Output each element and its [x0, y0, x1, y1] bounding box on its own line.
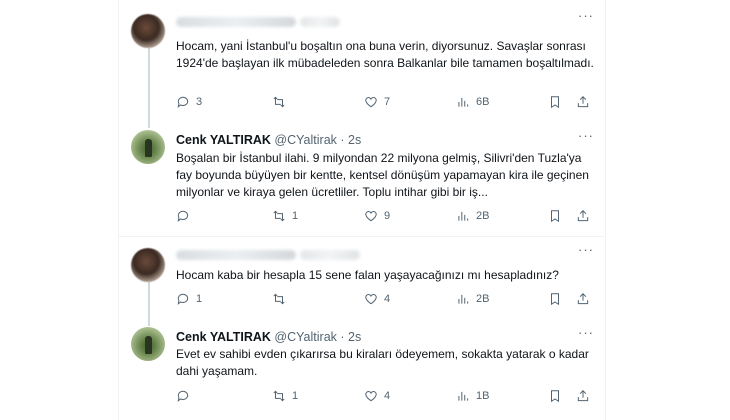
- tweet-actions: 1 4 1B: [176, 389, 596, 407]
- like-button[interactable]: 4: [364, 292, 390, 306]
- timestamp[interactable]: 2s: [348, 133, 361, 147]
- share-icon: [577, 210, 589, 222]
- like-count: 4: [384, 390, 391, 402]
- retweet-count: 1: [292, 210, 299, 222]
- separator-dot: ·: [340, 133, 345, 147]
- avatar[interactable]: [131, 327, 165, 361]
- author-name-redacted: [176, 17, 296, 27]
- author-name-redacted: [176, 250, 296, 260]
- like-icon: [365, 294, 377, 305]
- like-button[interactable]: 4: [364, 389, 390, 403]
- handle-redacted: [300, 17, 340, 27]
- tweet-header: Cenk YALTIRAK @CYaltirak · 2s: [176, 133, 361, 147]
- share-icon: [577, 293, 589, 305]
- tweet-actions: 1 4 2B: [176, 292, 596, 310]
- views-button[interactable]: 2B: [456, 209, 489, 223]
- thread-line: [148, 48, 150, 128]
- views-button[interactable]: 6B: [456, 95, 489, 109]
- reply-button[interactable]: [176, 209, 196, 223]
- share-button[interactable]: [576, 389, 590, 403]
- bookmark-button[interactable]: [548, 389, 562, 403]
- like-count: 4: [384, 293, 391, 305]
- retweet-count: 1: [292, 390, 299, 402]
- more-icon[interactable]: ···: [578, 128, 594, 143]
- tweet-header: Cenk YALTIRAK @CYaltirak · 2s: [176, 330, 361, 344]
- share-icon: [577, 96, 589, 108]
- share-button[interactable]: [576, 292, 590, 306]
- views-icon: [458, 294, 469, 304]
- views-count: 2B: [476, 293, 490, 305]
- retweet-button[interactable]: 1: [272, 389, 298, 403]
- views-button[interactable]: 1B: [456, 389, 489, 403]
- views-count: 2B: [476, 210, 490, 222]
- reply-icon: [177, 293, 189, 305]
- divider: [118, 236, 604, 237]
- author-name[interactable]: Cenk YALTIRAK: [176, 133, 271, 147]
- retweet-icon: [273, 390, 285, 402]
- handle-redacted: [300, 250, 360, 260]
- like-count: 7: [384, 96, 391, 108]
- like-icon: [365, 391, 377, 402]
- author-handle[interactable]: @CYaltirak: [274, 133, 336, 147]
- more-icon[interactable]: ···: [578, 325, 594, 340]
- like-icon: [365, 97, 377, 108]
- reply-button[interactable]: 1: [176, 292, 202, 306]
- author-name[interactable]: Cenk YALTIRAK: [176, 330, 271, 344]
- retweet-icon: [273, 293, 285, 305]
- tweet-actions: 3 7 6B: [176, 95, 596, 113]
- bookmark-icon: [551, 293, 559, 306]
- views-count: 1B: [476, 390, 490, 402]
- avatar[interactable]: [131, 248, 165, 282]
- like-button[interactable]: 9: [364, 209, 390, 223]
- thread-line: [148, 282, 150, 326]
- share-icon: [577, 390, 589, 402]
- views-count: 6B: [476, 96, 490, 108]
- reply-icon: [177, 390, 189, 402]
- tweet-actions: 1 9 2B: [176, 209, 596, 227]
- tweet-text: Hocam, yani İstanbul'u boşaltın ona buna…: [176, 39, 594, 70]
- views-button[interactable]: 2B: [456, 292, 489, 306]
- tweet-text: Evet ev sahibi evden çıkarırsa bu kirala…: [176, 347, 589, 378]
- views-icon: [458, 97, 469, 107]
- views-icon: [458, 391, 469, 401]
- avatar[interactable]: [131, 130, 165, 164]
- reply-icon: [177, 210, 189, 222]
- tweet-text: Hocam kaba bir hesapla 15 sene falan yaş…: [176, 268, 559, 282]
- like-count: 9: [384, 210, 391, 222]
- bookmark-button[interactable]: [548, 95, 562, 109]
- separator-dot: ·: [340, 330, 345, 344]
- more-icon[interactable]: ···: [578, 242, 594, 257]
- views-icon: [458, 211, 469, 221]
- avatar[interactable]: [131, 14, 165, 48]
- bookmark-icon: [551, 210, 559, 223]
- bookmark-button[interactable]: [548, 209, 562, 223]
- bookmark-button[interactable]: [548, 292, 562, 306]
- retweet-button[interactable]: [272, 95, 292, 109]
- bookmark-icon: [551, 390, 559, 403]
- retweet-button[interactable]: 1: [272, 209, 298, 223]
- reply-icon: [177, 96, 189, 108]
- like-button[interactable]: 7: [364, 95, 390, 109]
- reply-count: 1: [196, 293, 203, 305]
- timestamp[interactable]: 2s: [348, 330, 361, 344]
- tweet-text: Boşalan bir İstanbul ilahi. 9 milyondan …: [176, 151, 589, 199]
- like-icon: [365, 211, 377, 222]
- reply-button[interactable]: 3: [176, 95, 202, 109]
- retweet-icon: [273, 210, 285, 222]
- reply-button[interactable]: [176, 389, 196, 403]
- share-button[interactable]: [576, 95, 590, 109]
- bookmark-icon: [551, 96, 559, 109]
- author-handle[interactable]: @CYaltirak: [274, 330, 336, 344]
- retweet-icon: [273, 96, 285, 108]
- share-button[interactable]: [576, 209, 590, 223]
- more-icon[interactable]: ···: [578, 8, 594, 23]
- reply-count: 3: [196, 96, 203, 108]
- retweet-button[interactable]: [272, 292, 292, 306]
